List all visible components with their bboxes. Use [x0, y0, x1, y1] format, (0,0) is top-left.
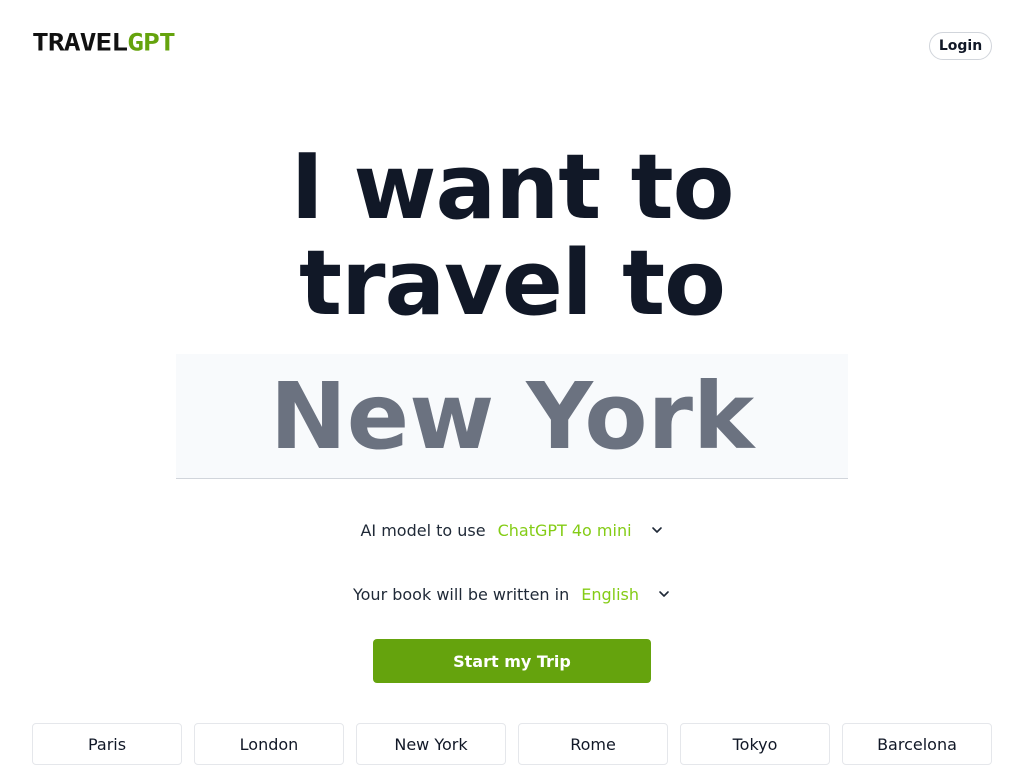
header: TRAVELGPT Login [0, 0, 1024, 92]
language-option-row: Your book will be written in English [0, 581, 1024, 607]
logo-gpt: GPT [127, 28, 176, 57]
model-select[interactable]: ChatGPT 4o mini [498, 521, 632, 540]
chevron-down-icon[interactable] [650, 523, 664, 537]
login-button[interactable]: Login [929, 32, 992, 60]
hero-line-2: travel to [299, 231, 726, 336]
language-label: Your book will be written in [352, 584, 570, 604]
city-button-new-york[interactable]: New York [356, 723, 506, 765]
city-button-rome[interactable]: Rome [518, 723, 668, 765]
model-option-row: AI model to use ChatGPT 4o mini [0, 517, 1024, 543]
destination-input[interactable] [176, 354, 848, 479]
city-button-paris[interactable]: Paris [32, 723, 182, 765]
city-button-tokyo[interactable]: Tokyo [680, 723, 830, 765]
language-select[interactable]: English [581, 585, 639, 604]
city-button-london[interactable]: London [194, 723, 344, 765]
model-label: AI model to use [360, 520, 486, 540]
logo[interactable]: TRAVELGPT [32, 28, 176, 57]
city-button-barcelona[interactable]: Barcelona [842, 723, 992, 765]
start-trip-button[interactable]: Start my Trip [373, 639, 651, 683]
city-suggestions: Paris London New York Rome Tokyo Barcelo… [32, 723, 992, 765]
hero-heading: I want to travel to [0, 140, 1024, 332]
logo-travel: TRAVEL [32, 28, 128, 57]
hero-line-1: I want to [290, 135, 735, 240]
chevron-down-icon[interactable] [657, 587, 671, 601]
